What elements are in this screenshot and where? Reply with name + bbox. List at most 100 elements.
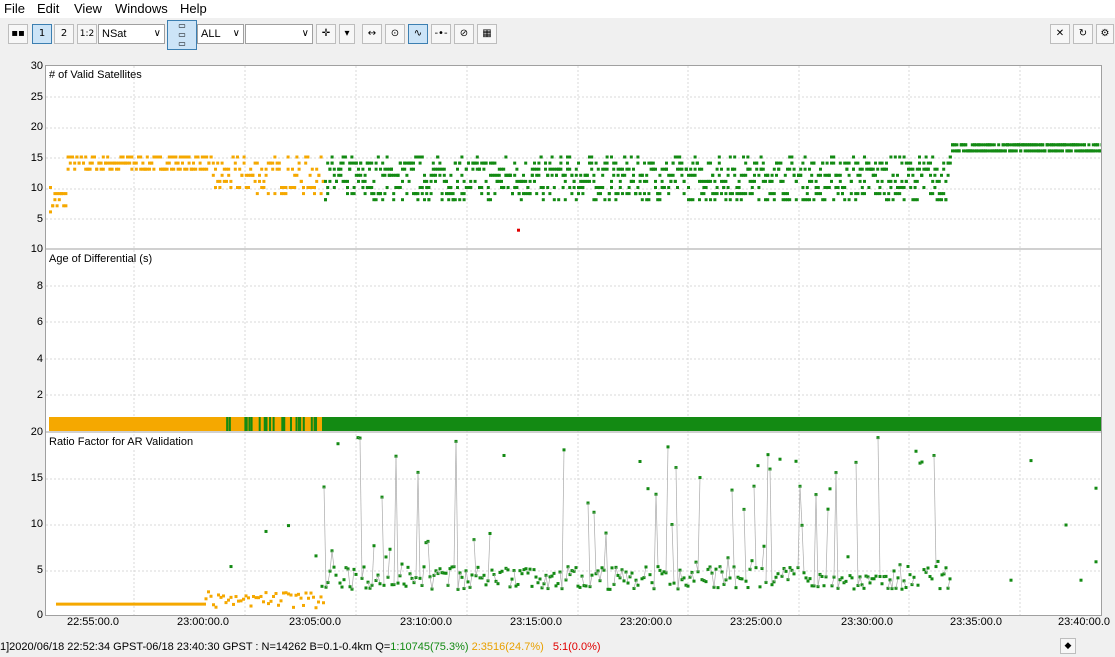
nsat-point: [541, 186, 545, 189]
close-icon[interactable]: ✕: [1050, 24, 1070, 44]
nsat-point: [610, 186, 613, 189]
ratio-point: [744, 579, 748, 583]
reload-icon[interactable]: ↻: [1073, 24, 1093, 44]
nsat-point: [390, 167, 393, 171]
nsat-point: [605, 161, 609, 165]
nsat-point: [590, 155, 594, 159]
center-origin-icon[interactable]: ⊙: [385, 24, 405, 44]
ratio-link: [399, 563, 403, 576]
quality-select[interactable]: ALL ∨: [197, 24, 244, 44]
nsat-point: [416, 198, 420, 202]
gear-icon[interactable]: ⚙: [1096, 24, 1114, 44]
ratio-link: [721, 571, 725, 585]
ratio-point: [584, 584, 588, 588]
nsat-point: [614, 198, 618, 202]
nsat-point: [618, 179, 622, 183]
ratio-point: [314, 606, 318, 610]
nsat-point: [207, 161, 211, 165]
ratio-link: [415, 472, 419, 578]
plot1-button[interactable]: 1: [32, 24, 52, 44]
menu-edit[interactable]: Edit: [37, 1, 59, 16]
nsat-point: [258, 179, 261, 183]
nsat-point: [880, 161, 884, 165]
show-line-icon[interactable]: ∿: [408, 24, 428, 44]
ratio-link: [743, 509, 747, 582]
nsat-point: [407, 179, 411, 183]
ratio-point: [896, 576, 900, 580]
position-marker-icon[interactable]: ◆: [1060, 638, 1076, 654]
nsat-point: [559, 167, 563, 171]
ratio-point: [400, 562, 404, 566]
no-elevation-icon[interactable]: ⊘: [454, 24, 474, 44]
ratio-link: [725, 557, 729, 580]
nsat-point: [51, 204, 55, 208]
nsat-point: [293, 186, 297, 189]
menu-view[interactable]: View: [74, 1, 102, 16]
ratio-point: [590, 573, 594, 577]
plot-area[interactable]: # of Valid Satellites Age of Differentia…: [45, 65, 1102, 616]
nsat-point: [808, 167, 811, 171]
nsat-point: [805, 186, 809, 189]
nsat-point: [636, 186, 640, 189]
status-range: 1]2020/06/18 22:52:34 GPST-06/18 23:40:3…: [0, 641, 391, 653]
nsat-point: [324, 179, 327, 183]
ratio-point: [334, 573, 338, 577]
x-tick: 23:00:00.0: [177, 616, 229, 628]
nsat-point: [891, 173, 895, 177]
nsat-point: [363, 192, 367, 196]
ratio-point: [648, 573, 652, 577]
nsat-point: [484, 161, 488, 165]
nsat-point: [904, 179, 908, 183]
nsat-point: [838, 173, 842, 177]
ratio-link: [675, 467, 679, 589]
nsat-point: [810, 173, 814, 177]
nsat-point: [955, 143, 959, 147]
panel-layout-icon[interactable]: ▭ ▭ ▭: [167, 20, 197, 50]
nsat-point: [49, 186, 52, 189]
ratio-point: [666, 445, 670, 449]
ratio-link: [565, 566, 569, 581]
plot12-button[interactable]: 1:2: [77, 24, 97, 44]
nsat-point: [456, 186, 459, 189]
dropdown-arrow-icon[interactable]: ▾: [339, 24, 355, 44]
plot2-button[interactable]: 2: [54, 24, 74, 44]
nsat-point: [733, 173, 737, 177]
y-tick: 15: [30, 472, 43, 484]
menu-help[interactable]: Help: [180, 1, 207, 16]
menu-file[interactable]: File: [4, 1, 25, 16]
nsat-point: [691, 198, 695, 202]
nsat-point: [145, 155, 149, 159]
ratio-point: [658, 568, 662, 572]
nsat-point: [918, 161, 921, 165]
satellite-select[interactable]: ∨: [245, 24, 313, 44]
nsat-point: [185, 167, 189, 171]
map-image-icon[interactable]: ▦: [477, 24, 497, 44]
nsat-point: [887, 198, 891, 202]
plot-type-select[interactable]: NSat ∨: [98, 24, 165, 44]
ratio-point: [840, 576, 844, 580]
nsat-point: [363, 179, 367, 183]
ratio-point: [862, 586, 866, 590]
nsat-point: [860, 186, 864, 189]
nsat-point: [121, 155, 125, 159]
nsat-point: [744, 161, 748, 165]
menu-windows[interactable]: Windows: [115, 1, 168, 16]
connect-icon[interactable]: ▪▪: [8, 24, 28, 44]
nsat-point: [607, 198, 611, 202]
nsat-point: [933, 186, 937, 189]
nsat-point: [931, 192, 935, 196]
nsat-point: [434, 179, 437, 183]
nsat-point: [401, 198, 404, 202]
crosshair-icon[interactable]: ✛: [316, 24, 336, 44]
nsat-point: [632, 167, 635, 171]
show-point-icon[interactable]: -•-: [431, 24, 451, 44]
fit-horizontal-icon[interactable]: ↔: [362, 24, 382, 44]
ratio-link: [769, 469, 773, 585]
nsat-point: [517, 192, 521, 196]
nsat-point: [819, 173, 822, 177]
ratio-point: [274, 592, 278, 596]
nsat-point: [438, 161, 442, 165]
nsat-point: [506, 186, 510, 189]
nsat-point: [66, 167, 70, 171]
nsat-point: [621, 192, 624, 196]
